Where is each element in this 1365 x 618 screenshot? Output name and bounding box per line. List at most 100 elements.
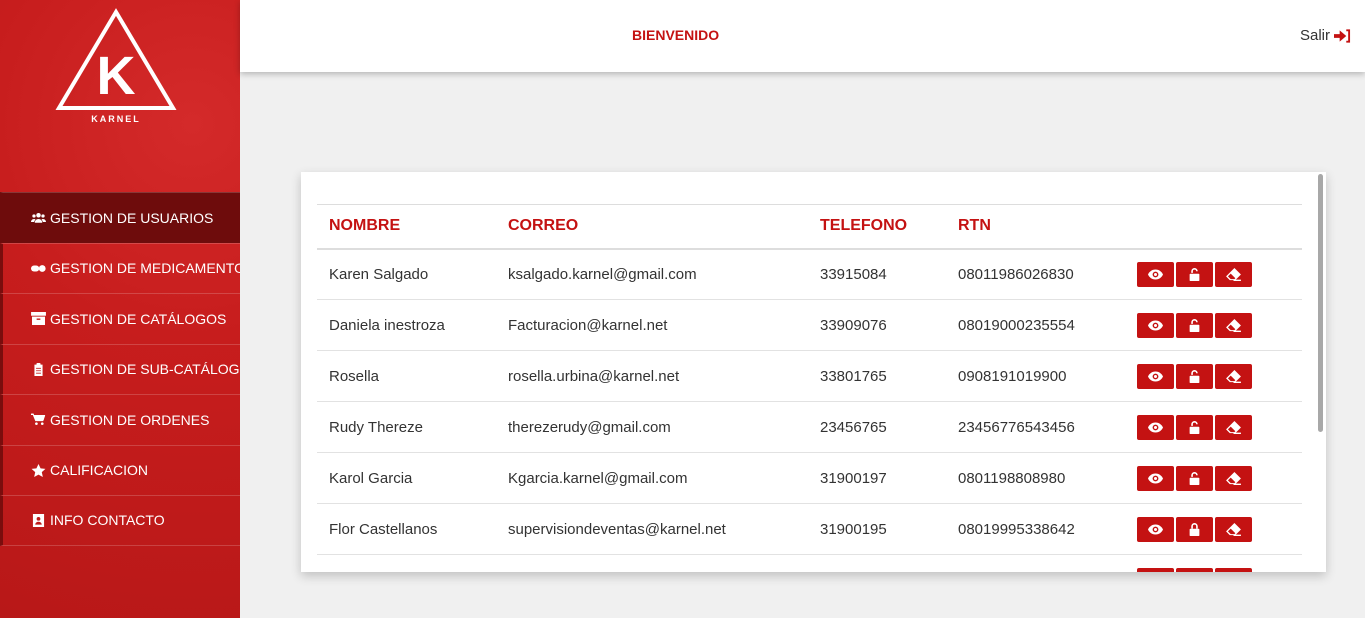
- users-icon: [31, 213, 46, 223]
- lock-toggle-button[interactable]: [1176, 363, 1213, 389]
- view-button[interactable]: [1137, 363, 1174, 389]
- sidebar-item-usuarios[interactable]: GESTION DE USUARIOS: [0, 192, 240, 243]
- sidebar-item-ordenes[interactable]: GESTION DE ORDENES: [0, 394, 240, 445]
- unlock-icon: [1189, 369, 1200, 383]
- unlock-icon: [1189, 267, 1200, 281]
- column-header-actions: [1125, 204, 1302, 250]
- eraser-icon: [1226, 522, 1241, 536]
- cell-telefono: 31900195: [808, 503, 946, 555]
- cell-actions: [1125, 503, 1302, 555]
- cell-telefono: [808, 554, 946, 572]
- column-header-nombre: NOMBRE: [317, 204, 496, 250]
- table-row: Karol Garcia Kgarcia.karnel@gmail.com 3190…: [317, 452, 1302, 504]
- lock-toggle-button[interactable]: [1176, 516, 1213, 542]
- lock-toggle-button[interactable]: [1176, 567, 1213, 572]
- delete-button[interactable]: [1215, 516, 1252, 542]
- scrollbar[interactable]: [1318, 174, 1323, 432]
- cell-correo: ksalgado.karnel@gmail.com: [496, 248, 808, 300]
- sidebar-item-info-contacto[interactable]: INFO CONTACTO: [0, 495, 240, 546]
- delete-button[interactable]: [1215, 567, 1252, 572]
- cell-actions: [1125, 350, 1302, 402]
- cell-nombre: Karen Salgado: [317, 248, 496, 300]
- cell-nombre: Rudy Thereze: [317, 401, 496, 453]
- lock-toggle-button[interactable]: [1176, 261, 1213, 287]
- lock-toggle-button[interactable]: [1176, 414, 1213, 440]
- lock-icon: [1189, 522, 1200, 536]
- sidebar-item-label: GESTION DE CATÁLOGOS: [50, 310, 227, 327]
- cell-correo: supervisiondeventas@karnel.net: [496, 503, 808, 555]
- contact-card-icon: [32, 513, 45, 527]
- table-body: Karen Salgado ksalgado.karnel@gmail.com 33…: [317, 248, 1302, 572]
- logo-text: KARNEL: [91, 114, 141, 124]
- sign-out-icon: [1334, 28, 1351, 43]
- sidebar-item-sub-catalogos[interactable]: GESTION DE SUB-CATÁLOGOS: [0, 343, 240, 394]
- view-button[interactable]: [1137, 261, 1174, 287]
- eraser-icon: [1226, 420, 1241, 434]
- top-bar: BIENVENIDO Salir: [240, 0, 1365, 72]
- view-button[interactable]: [1137, 312, 1174, 338]
- lock-toggle-button[interactable]: [1176, 312, 1213, 338]
- delete-button[interactable]: [1215, 261, 1252, 287]
- clipboard-icon: [34, 362, 43, 376]
- unlock-icon: [1189, 318, 1200, 332]
- sidebar-item-label: INFO CONTACTO: [50, 512, 165, 529]
- eraser-icon: [1226, 471, 1241, 485]
- delete-button[interactable]: [1215, 414, 1252, 440]
- eye-icon: [1148, 422, 1163, 432]
- table-row: Karen Salgado ksalgado.karnel@gmail.com 33…: [317, 248, 1302, 300]
- column-header-telefono: TELEFONO: [808, 204, 946, 250]
- unlock-icon: [1189, 420, 1200, 434]
- pills-icon: [31, 264, 46, 272]
- logout-label: Salir: [1299, 27, 1330, 44]
- cell-rtn: 08011986026830: [946, 248, 1125, 300]
- table-row: Rudy Thereze therezerudy@gmail.com 2345676…: [317, 401, 1302, 453]
- cell-actions: [1125, 554, 1302, 572]
- lock-toggle-button[interactable]: [1176, 465, 1213, 491]
- delete-button[interactable]: [1215, 465, 1252, 491]
- cell-nombre: Rosella: [317, 350, 496, 402]
- eraser-icon: [1226, 369, 1241, 383]
- cell-telefono: 31900197: [808, 452, 946, 504]
- sidebar-item-calificacion[interactable]: CALIFICACION: [0, 444, 240, 495]
- logout-button[interactable]: Salir: [1300, 27, 1351, 44]
- table-row: [317, 554, 1302, 572]
- cell-actions: [1125, 248, 1302, 300]
- logo-letter: K: [97, 46, 136, 106]
- cell-correo: rosella.urbina@karnel.net: [496, 350, 808, 402]
- cell-correo: therezerudy@gmail.com: [496, 401, 808, 453]
- unlock-icon: [1189, 471, 1200, 485]
- cell-telefono: 33801765: [808, 350, 946, 402]
- cell-telefono: 33909076: [808, 299, 946, 351]
- cell-actions: [1125, 452, 1302, 504]
- sidebar: K KARNEL GESTION DE USUARIOS GESTION DE …: [0, 0, 240, 618]
- eye-icon: [1148, 473, 1163, 483]
- cell-nombre: Karol Garcia: [317, 452, 496, 504]
- users-table-card: NOMBRE CORREO TELEFONO RTN Karen Salgado…: [301, 172, 1326, 572]
- welcome-title: BIENVENIDO: [632, 27, 720, 43]
- view-button[interactable]: [1137, 414, 1174, 440]
- archive-icon: [31, 312, 46, 326]
- cell-rtn: 23456776543456: [946, 401, 1125, 453]
- view-button[interactable]: [1137, 465, 1174, 491]
- view-button[interactable]: [1137, 567, 1174, 572]
- table-row: Flor Castellanos supervisiondeventas@karn…: [317, 503, 1302, 555]
- sidebar-item-label: GESTION DE USUARIOS: [50, 209, 214, 226]
- delete-button[interactable]: [1215, 312, 1252, 338]
- sidebar-item-label: CALIFICACION: [50, 462, 149, 479]
- cell-telefono: 23456765: [808, 401, 946, 453]
- cell-rtn: [946, 554, 1125, 572]
- eye-icon: [1148, 320, 1163, 330]
- sidebar-item-catalogos[interactable]: GESTION DE CATÁLOGOS: [0, 293, 240, 344]
- cell-rtn: 0908191019900: [946, 350, 1125, 402]
- delete-button[interactable]: [1215, 363, 1252, 389]
- cell-nombre: Daniela inestroza: [317, 299, 496, 351]
- sidebar-item-medicamentos[interactable]: GESTION DE MEDICAMENTOS: [0, 242, 240, 293]
- eye-icon: [1148, 524, 1163, 534]
- karnel-logo: K: [55, 8, 177, 110]
- cell-actions: [1125, 299, 1302, 351]
- eraser-icon: [1226, 318, 1241, 332]
- cell-correo: Kgarcia.karnel@gmail.com: [496, 452, 808, 504]
- cart-icon: [31, 413, 46, 426]
- table-row: Daniela inestroza Facturacion@karnel.net 3…: [317, 299, 1302, 351]
- view-button[interactable]: [1137, 516, 1174, 542]
